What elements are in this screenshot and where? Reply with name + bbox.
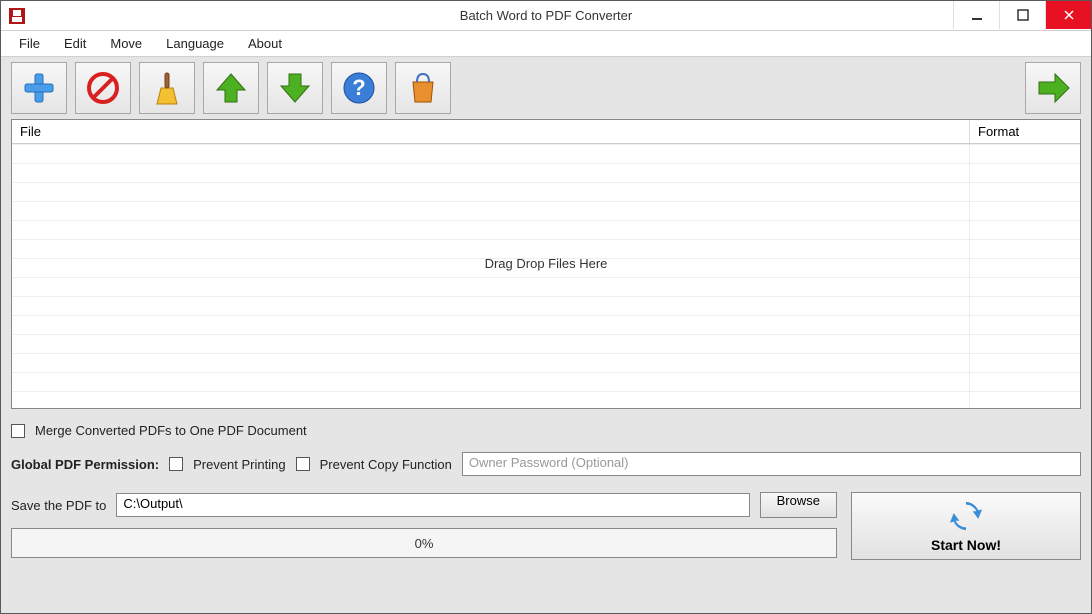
- toolbar: ?: [1, 57, 1091, 119]
- window-title: Batch Word to PDF Converter: [460, 8, 632, 23]
- menu-language[interactable]: Language: [156, 32, 234, 55]
- start-button[interactable]: Start Now!: [851, 492, 1081, 560]
- save-row: Save the PDF to C:\Output\ Browse: [11, 492, 837, 518]
- merge-checkbox[interactable]: [11, 424, 25, 438]
- grid-body[interactable]: Drag Drop Files Here: [12, 144, 1080, 408]
- permission-label: Global PDF Permission:: [11, 457, 159, 472]
- close-button[interactable]: [1045, 1, 1091, 29]
- merge-label: Merge Converted PDFs to One PDF Document: [35, 423, 307, 438]
- move-down-button[interactable]: [267, 62, 323, 114]
- start-button-label: Start Now!: [931, 537, 1001, 553]
- prevent-print-label: Prevent Printing: [193, 457, 286, 472]
- menu-file[interactable]: File: [9, 32, 50, 55]
- menu-move[interactable]: Move: [100, 32, 152, 55]
- browse-button[interactable]: Browse: [760, 492, 837, 518]
- refresh-icon: [949, 499, 983, 533]
- menubar: File Edit Move Language About: [1, 31, 1091, 57]
- prevent-copy-label: Prevent Copy Function: [320, 457, 452, 472]
- help-button[interactable]: ?: [331, 62, 387, 114]
- window-controls: [953, 1, 1091, 29]
- left-stack: Save the PDF to C:\Output\ Browse 0%: [11, 492, 837, 560]
- prevent-print-checkbox[interactable]: [169, 457, 183, 471]
- options-panel: Merge Converted PDFs to One PDF Document…: [11, 409, 1081, 560]
- content-area: File Format Drag Drop Files Here Merge C…: [1, 119, 1091, 613]
- titlebar: Batch Word to PDF Converter: [1, 1, 1091, 31]
- minimize-button[interactable]: [953, 1, 999, 29]
- column-header-file[interactable]: File: [12, 120, 970, 143]
- menu-about[interactable]: About: [238, 32, 292, 55]
- shop-button[interactable]: [395, 62, 451, 114]
- grid-divider: [969, 144, 970, 408]
- save-label: Save the PDF to: [11, 498, 106, 513]
- maximize-button[interactable]: [999, 1, 1045, 29]
- progress-bar: 0%: [11, 528, 837, 558]
- grid-lines: [12, 144, 1080, 408]
- drop-hint: Drag Drop Files Here: [485, 256, 608, 271]
- clear-button[interactable]: [139, 62, 195, 114]
- bottom-row: Save the PDF to C:\Output\ Browse 0% Sta…: [11, 492, 1081, 560]
- svg-text:?: ?: [352, 75, 365, 100]
- prevent-copy-checkbox[interactable]: [296, 457, 310, 471]
- remove-button[interactable]: [75, 62, 131, 114]
- convert-button[interactable]: [1025, 62, 1081, 114]
- grid-header: File Format: [12, 120, 1080, 144]
- app-icon: [9, 8, 25, 24]
- progress-text: 0%: [415, 536, 434, 551]
- file-grid[interactable]: File Format Drag Drop Files Here: [11, 119, 1081, 409]
- output-path-input[interactable]: C:\Output\: [116, 493, 749, 517]
- merge-row: Merge Converted PDFs to One PDF Document: [11, 423, 1081, 438]
- app-window: Batch Word to PDF Converter File Edit Mo…: [0, 0, 1092, 614]
- column-header-format[interactable]: Format: [970, 120, 1080, 143]
- add-button[interactable]: [11, 62, 67, 114]
- move-up-button[interactable]: [203, 62, 259, 114]
- owner-password-input[interactable]: Owner Password (Optional): [462, 452, 1081, 476]
- permission-row: Global PDF Permission: Prevent Printing …: [11, 452, 1081, 476]
- menu-edit[interactable]: Edit: [54, 32, 96, 55]
